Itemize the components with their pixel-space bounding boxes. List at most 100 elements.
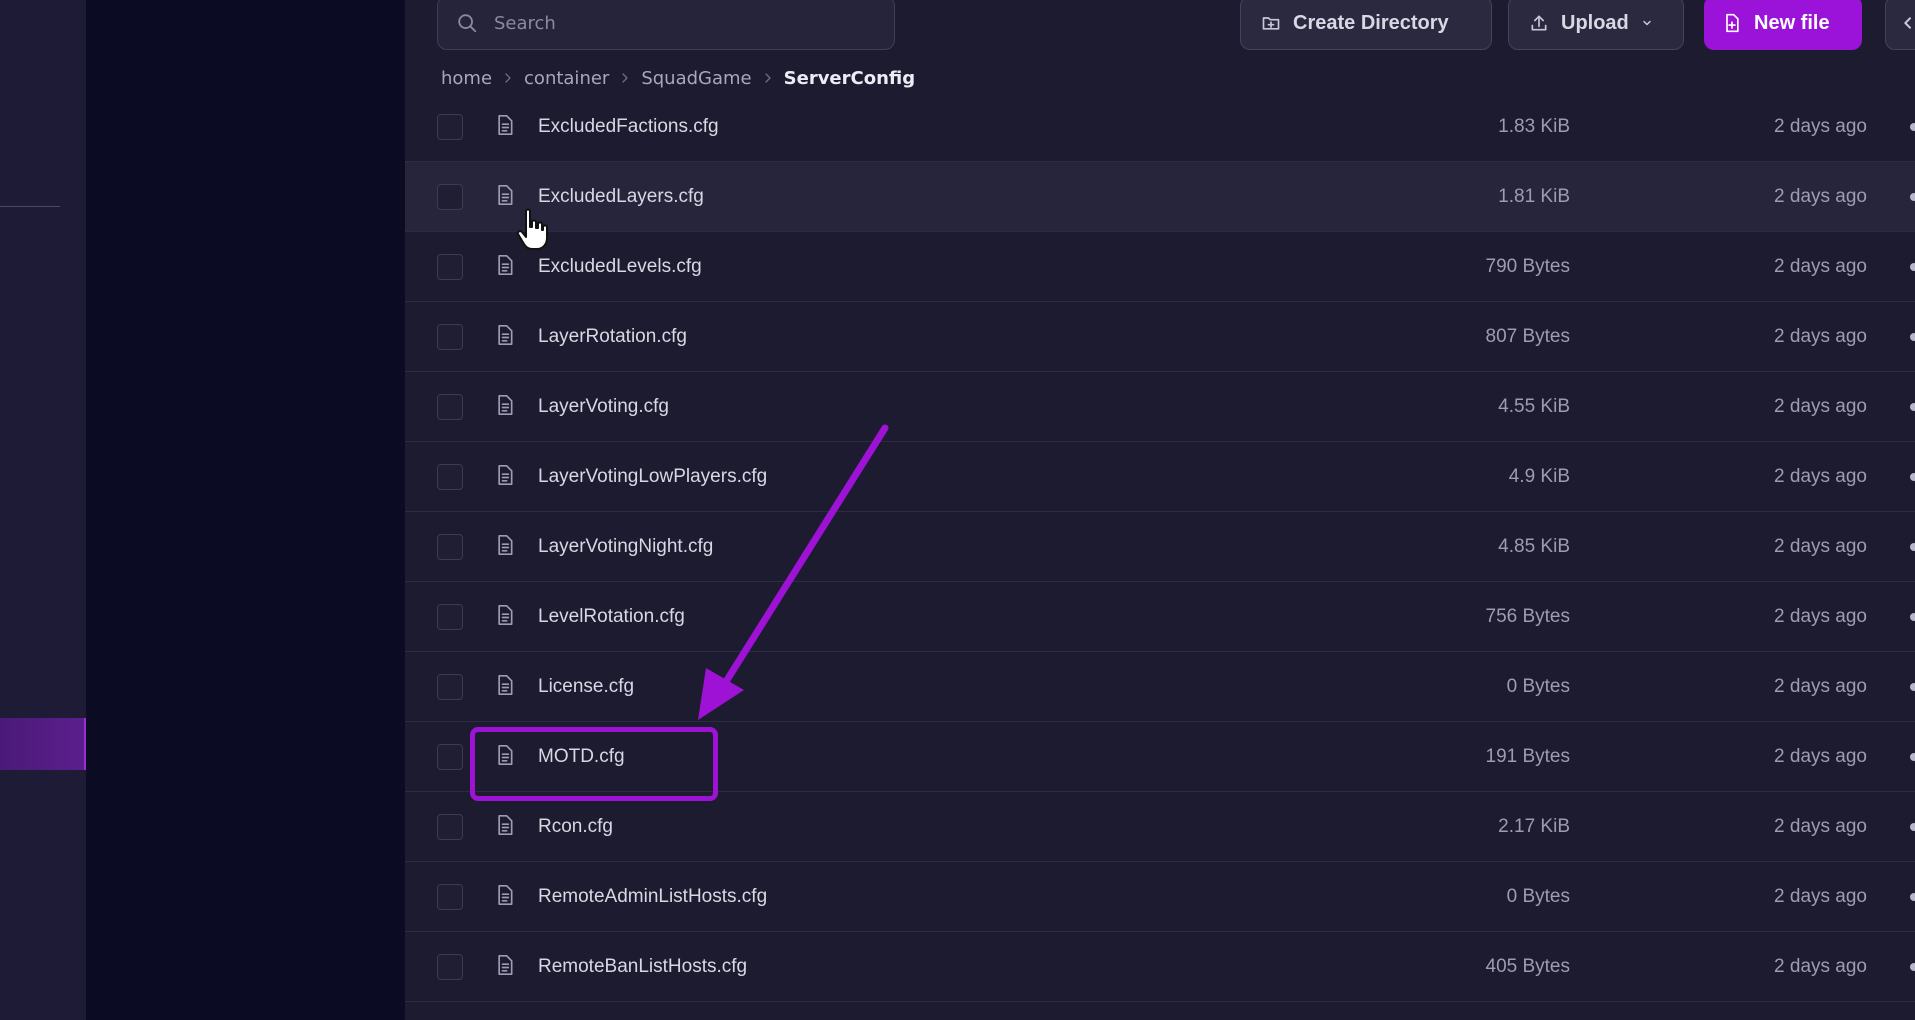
file-size: 2.17 KiB (1498, 815, 1570, 837)
more-horizontal-icon[interactable] (1910, 962, 1915, 971)
more-horizontal-icon[interactable] (1910, 262, 1915, 271)
more-horizontal-icon[interactable] (1910, 122, 1915, 131)
row-checkbox[interactable] (437, 183, 463, 210)
file-row[interactable]: LayerVotingLowPlayers.cfg 4.9 KiB 2 days a… (405, 442, 1915, 512)
row-checkbox[interactable] (437, 603, 463, 630)
file-row[interactable]: ExcludedLevels.cfg 790 Bytes 2 days ago (405, 232, 1915, 302)
file-text-icon (495, 884, 515, 910)
more-horizontal-icon[interactable] (1910, 682, 1915, 691)
file-row[interactable]: MOTD.cfg 191 Bytes 2 days ago (405, 722, 1915, 792)
file-size: 1.83 KiB (1498, 115, 1570, 137)
more-horizontal-icon[interactable] (1910, 332, 1915, 341)
more-horizontal-icon[interactable] (1910, 542, 1915, 551)
more-horizontal-icon[interactable] (1910, 752, 1915, 761)
chevron-left-icon (1904, 17, 1911, 29)
breadcrumb-item-container[interactable]: container (524, 68, 609, 89)
file-name[interactable]: ExcludedLayers.cfg (538, 186, 704, 208)
file-text-icon (495, 534, 515, 560)
chevron-right-icon (762, 71, 774, 85)
more-horizontal-icon[interactable] (1910, 192, 1915, 201)
file-row[interactable]: LevelRotation.cfg 756 Bytes 2 days ago (405, 582, 1915, 652)
file-row[interactable]: ExcludedLayers.cfg 1.81 KiB 2 days ago (405, 162, 1915, 232)
row-checkbox[interactable] (437, 813, 463, 840)
breadcrumb: home container SquadGame ServerConfig (441, 66, 915, 90)
file-size: 756 Bytes (1485, 605, 1571, 627)
file-name[interactable]: LayerVotingLowPlayers.cfg (538, 466, 767, 488)
file-row[interactable]: LayerRotation.cfg 807 Bytes 2 days ago (405, 302, 1915, 372)
file-row[interactable]: RemoteAdminListHosts.cfg 0 Bytes 2 days ag… (405, 862, 1915, 932)
search-input[interactable] (492, 11, 856, 35)
file-text-icon (495, 744, 515, 770)
file-text-icon (495, 814, 515, 840)
sidebar-item-active[interactable] (0, 718, 86, 770)
more-horizontal-icon[interactable] (1910, 612, 1915, 621)
upload-button[interactable]: Upload (1508, 0, 1684, 50)
file-row[interactable]: LayerVotingNight.cfg 4.85 KiB 2 days ago (405, 512, 1915, 582)
row-checkbox[interactable] (437, 463, 463, 490)
new-file-button[interactable]: New file (1704, 0, 1862, 50)
file-name[interactable]: MOTD.cfg (538, 746, 625, 768)
row-checkbox[interactable] (437, 953, 463, 980)
file-modified: 2 days ago (1774, 325, 1867, 347)
file-modified: 2 days ago (1774, 955, 1867, 977)
file-name[interactable]: ExcludedLevels.cfg (538, 256, 702, 278)
file-name[interactable]: RemoteAdminListHosts.cfg (538, 886, 767, 908)
file-modified: 2 days ago (1774, 465, 1867, 487)
file-size: 4.55 KiB (1498, 395, 1570, 417)
file-modified: 2 days ago (1774, 395, 1867, 417)
row-checkbox[interactable] (437, 253, 463, 280)
file-row[interactable]: ExcludedFactions.cfg 1.83 KiB 2 days ago (405, 92, 1915, 162)
row-checkbox[interactable] (437, 673, 463, 700)
file-name[interactable]: LevelRotation.cfg (538, 606, 685, 628)
more-actions-button[interactable] (1885, 0, 1915, 50)
file-name[interactable]: License.cfg (538, 676, 634, 698)
file-name[interactable]: LayerVoting.cfg (538, 396, 669, 418)
row-checkbox[interactable] (437, 323, 463, 350)
folder-plus-icon (1262, 17, 1280, 30)
file-manager-app: Create Directory Upload New file (0, 0, 1915, 1020)
chevron-right-icon (619, 71, 631, 85)
more-horizontal-icon[interactable] (1910, 472, 1915, 481)
file-list: ExcludedFactions.cfg 1.83 KiB 2 days ago Ex… (405, 92, 1915, 1002)
file-name[interactable]: Rcon.cfg (538, 816, 613, 838)
file-name[interactable]: LayerRotation.cfg (538, 326, 687, 348)
file-modified: 2 days ago (1774, 605, 1867, 627)
file-modified: 2 days ago (1774, 675, 1867, 697)
main-content: Create Directory Upload New file (405, 0, 1915, 1020)
file-size: 405 Bytes (1485, 955, 1571, 977)
row-checkbox[interactable] (437, 113, 463, 140)
row-checkbox[interactable] (437, 393, 463, 420)
search-box[interactable] (437, 0, 895, 50)
file-row[interactable]: License.cfg 0 Bytes 2 days ago (405, 652, 1915, 722)
more-horizontal-icon[interactable] (1910, 822, 1915, 831)
file-row[interactable]: LayerVoting.cfg 4.55 KiB 2 days ago (405, 372, 1915, 442)
row-checkbox[interactable] (437, 883, 463, 910)
file-text-icon (495, 464, 515, 490)
sidebar-divider (0, 206, 60, 207)
file-modified: 2 days ago (1774, 255, 1867, 277)
chevron-right-icon (502, 71, 514, 85)
file-row[interactable]: Rcon.cfg 2.17 KiB 2 days ago (405, 792, 1915, 862)
more-horizontal-icon[interactable] (1910, 402, 1915, 411)
file-row[interactable]: RemoteBanListHosts.cfg 405 Bytes 2 days ag… (405, 932, 1915, 1002)
row-checkbox[interactable] (437, 533, 463, 560)
file-name[interactable]: RemoteBanListHosts.cfg (538, 956, 747, 978)
upload-icon (1531, 15, 1547, 31)
breadcrumb-item-squadgame[interactable]: SquadGame (641, 68, 751, 89)
create-directory-label: Create Directory (1293, 11, 1449, 34)
file-size: 4.85 KiB (1498, 535, 1570, 557)
file-size: 1.81 KiB (1498, 185, 1570, 207)
file-name[interactable]: LayerVotingNight.cfg (538, 536, 713, 558)
file-name[interactable]: ExcludedFactions.cfg (538, 116, 719, 138)
file-size: 191 Bytes (1485, 745, 1571, 767)
row-checkbox[interactable] (437, 743, 463, 770)
more-horizontal-icon[interactable] (1910, 892, 1915, 901)
file-modified: 2 days ago (1774, 115, 1867, 137)
file-size: 4.9 KiB (1508, 465, 1570, 487)
navigation-sidebar (86, 0, 405, 1020)
breadcrumb-item-home[interactable]: home (441, 68, 492, 89)
create-directory-button[interactable]: Create Directory (1240, 0, 1492, 50)
breadcrumb-current: ServerConfig (783, 67, 916, 89)
chevron-down-icon[interactable] (1641, 17, 1653, 29)
file-text-icon (495, 604, 515, 630)
